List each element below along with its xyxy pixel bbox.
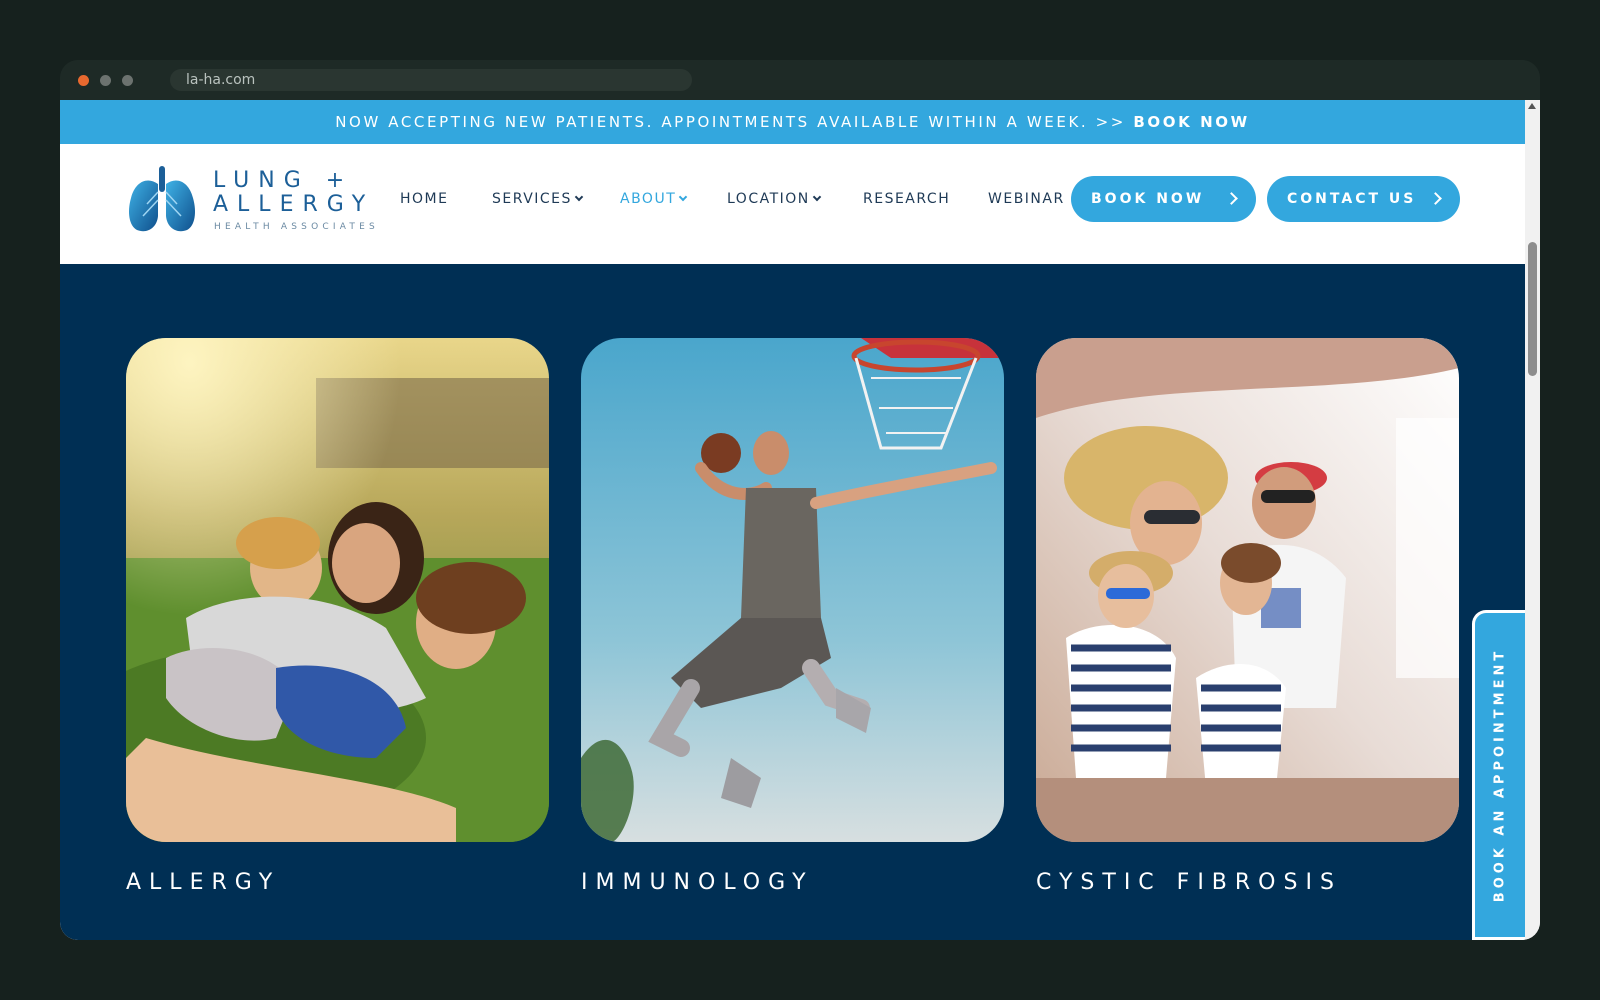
family-on-boat-image <box>1036 338 1459 842</box>
announcement-text: NOW ACCEPTING NEW PATIENTS. APPOINTMENTS… <box>335 113 1126 131</box>
page-scrollbar[interactable] <box>1525 100 1540 940</box>
book-now-button[interactable]: BOOK NOW <box>1071 176 1256 222</box>
family-on-grass-photo[interactable] <box>126 338 549 842</box>
service-card-allergy[interactable]: ALLERGY <box>126 338 549 895</box>
basketball-dunk-image <box>581 338 1004 842</box>
nav-item-home[interactable]: HOME <box>400 191 448 207</box>
family-on-grass-image <box>126 338 549 842</box>
site-logo[interactable]: LUNG + ALLERGY HEALTH ASSOCIATES <box>125 164 395 234</box>
side-tab-label: BOOK AN APPOINTMENT <box>1492 647 1508 903</box>
web-page: NOW ACCEPTING NEW PATIENTS. APPOINTMENTS… <box>60 100 1525 940</box>
browser-viewport: NOW ACCEPTING NEW PATIENTS. APPOINTMENTS… <box>60 100 1540 940</box>
nav-item-label: HOME <box>400 191 449 207</box>
service-card-cystic-fibrosis[interactable]: CYSTIC FIBROSIS <box>1036 338 1459 895</box>
nav-item-research[interactable]: RESEARCH <box>863 191 950 207</box>
browser-titlebar: la-ha.com <box>60 60 1540 100</box>
service-card-immunology[interactable]: IMMUNOLOGY <box>581 338 1004 895</box>
nav-item-label: WEBINAR <box>988 191 1065 207</box>
family-on-boat-photo[interactable] <box>1036 338 1459 842</box>
chevron-right-icon <box>1429 192 1442 205</box>
address-bar[interactable]: la-ha.com <box>170 69 692 91</box>
chevron-right-icon <box>1225 192 1238 205</box>
book-appointment-side-tab[interactable]: BOOK AN APPOINTMENT <box>1472 610 1525 940</box>
minimize-window-dot[interactable] <box>100 75 111 86</box>
nav-item-location[interactable]: LOCATION <box>727 191 822 207</box>
maximize-window-dot[interactable] <box>122 75 133 86</box>
nav-item-label: RESEARCH <box>863 191 951 207</box>
browser-window: la-ha.com NOW ACCEPTING NEW PATIENTS. AP… <box>60 60 1540 940</box>
services-section: ALLERGY IMMUNOLOGY CYSTIC FIBROSIS <box>60 264 1525 940</box>
card-title[interactable]: CYSTIC FIBROSIS <box>1036 870 1459 895</box>
logo-line-2: ALLERGY <box>213 192 375 217</box>
nav-item-about[interactable]: ABOUT <box>620 191 688 207</box>
scrollbar-thumb[interactable] <box>1528 242 1537 376</box>
nav-item-label: SERVICES <box>492 191 572 207</box>
site-header: LUNG + ALLERGY HEALTH ASSOCIATES HOME SE… <box>60 144 1525 264</box>
card-title[interactable]: ALLERGY <box>126 870 549 895</box>
chevron-down-icon <box>812 192 822 202</box>
nav-item-label: LOCATION <box>727 191 810 207</box>
nav-item-label: ABOUT <box>620 191 677 207</box>
chevron-down-icon <box>574 192 584 202</box>
card-title[interactable]: IMMUNOLOGY <box>581 870 1004 895</box>
chevron-down-icon <box>679 192 688 202</box>
scroll-up-arrow-icon[interactable] <box>1528 103 1536 109</box>
nav-item-webinar[interactable]: WEBINAR <box>988 191 1065 207</box>
book-now-label: BOOK NOW <box>1091 191 1205 207</box>
announcement-book-now-link[interactable]: BOOK NOW <box>1133 113 1249 131</box>
contact-us-button[interactable]: CONTACT US <box>1267 176 1460 222</box>
close-window-dot[interactable] <box>78 75 89 86</box>
announcement-bar: NOW ACCEPTING NEW PATIENTS. APPOINTMENTS… <box>60 100 1525 144</box>
nav-item-services[interactable]: SERVICES <box>492 191 584 207</box>
logo-line-3: HEALTH ASSOCIATES <box>214 222 379 232</box>
basketball-dunk-photo[interactable] <box>581 338 1004 842</box>
contact-us-label: CONTACT US <box>1287 191 1417 207</box>
lungs-icon <box>129 166 195 232</box>
logo-line-1: LUNG + <box>213 168 354 193</box>
